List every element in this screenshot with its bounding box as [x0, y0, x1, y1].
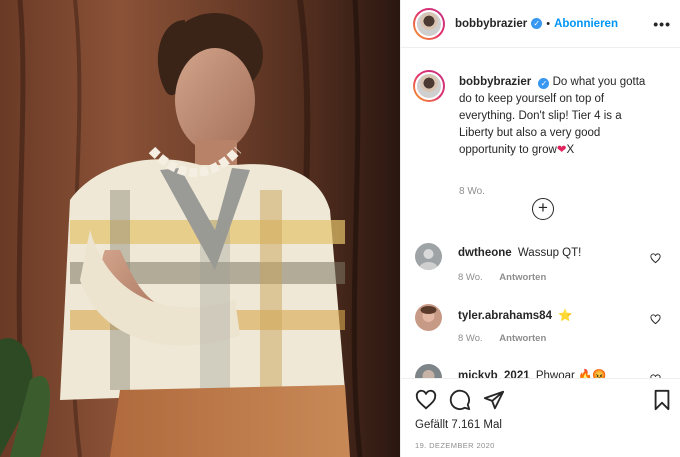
comment-item: dwtheone Wassup QT! 8 Wo. Antworten — [415, 243, 675, 293]
commenter-avatar[interactable] — [415, 364, 442, 378]
comment-bubble-icon[interactable] — [449, 389, 471, 411]
heart-emoji-icon: ❤ — [556, 144, 567, 156]
caption-username[interactable]: bobbybrazier — [459, 76, 531, 88]
follow-button[interactable]: Abonnieren — [554, 18, 618, 30]
comment-meta: 8 Wo. Antworten — [458, 272, 560, 283]
commenter-avatar[interactable] — [415, 304, 442, 331]
post-actions: Gefällt 7.161 Mal 19. DEZEMBER 2020 — [401, 378, 680, 457]
comment-text: tyler.abrahams84 ⭐ — [458, 308, 573, 322]
post-date[interactable]: 19. DEZEMBER 2020 — [415, 441, 495, 450]
post-header: bobbybrazier ✓ • Abonnieren ••• — [401, 0, 680, 48]
caption-timestamp[interactable]: 8 Wo. — [459, 186, 485, 197]
caption-verified-icon: ✓ — [538, 78, 550, 89]
caption-suffix: X — [566, 144, 575, 156]
comment-timestamp[interactable]: 8 Wo. — [458, 272, 483, 283]
commenter-username[interactable]: dwtheone — [458, 247, 512, 259]
header-separator: • — [546, 17, 551, 30]
caption-avatar[interactable] — [413, 70, 445, 102]
comment-like-heart-icon[interactable] — [650, 253, 661, 264]
comment-text: dwtheone Wassup QT! — [458, 247, 581, 259]
comment-timestamp[interactable]: 8 Wo. — [458, 333, 483, 344]
star-emoji-icon: ⭐ — [558, 310, 573, 322]
load-more-comments-button[interactable]: + — [532, 198, 554, 220]
commenter-username[interactable]: tyler.abrahams84 — [458, 310, 552, 322]
comment-text: mickyb_2021 Phwoar 🔥😡 — [458, 368, 607, 378]
comment-body: Phwoar 🔥😡 — [535, 370, 607, 378]
reply-button[interactable]: Antworten — [499, 272, 546, 283]
likes-count[interactable]: Gefällt 7.161 Mal — [415, 419, 502, 431]
commenter-avatar[interactable] — [415, 243, 442, 270]
heart-outline-icon[interactable] — [415, 389, 437, 411]
comment-body: Wassup QT! — [517, 247, 582, 259]
more-options-icon[interactable]: ••• — [653, 16, 671, 32]
post-image — [0, 0, 400, 457]
comment-item: mickyb_2021 Phwoar 🔥😡 — [415, 364, 675, 378]
author-avatar[interactable] — [413, 7, 445, 40]
comment-meta: 8 Wo. Antworten — [458, 333, 560, 344]
author-username[interactable]: bobbybrazier — [455, 18, 527, 30]
commenter-username[interactable]: mickyb_2021 — [458, 370, 530, 378]
comments-section[interactable]: bobbybrazier ✓ Do what you gotta do to k… — [401, 48, 680, 378]
post-detail-panel: bobbybrazier ✓ • Abonnieren ••• bobbybra… — [400, 0, 680, 457]
bookmark-icon[interactable] — [651, 389, 673, 411]
caption-text: bobbybrazier ✓ Do what you gotta do to k… — [459, 74, 657, 159]
post-photo[interactable] — [0, 0, 400, 457]
caption-body: Do what you gotta do to keep yourself on… — [459, 76, 646, 156]
reply-button[interactable]: Antworten — [499, 333, 546, 344]
comment-item: tyler.abrahams84 ⭐ 8 Wo. Antworten — [415, 304, 675, 354]
paper-plane-icon[interactable] — [483, 389, 505, 411]
verified-badge-icon: ✓ — [531, 18, 543, 29]
comment-like-heart-icon[interactable] — [650, 314, 661, 325]
